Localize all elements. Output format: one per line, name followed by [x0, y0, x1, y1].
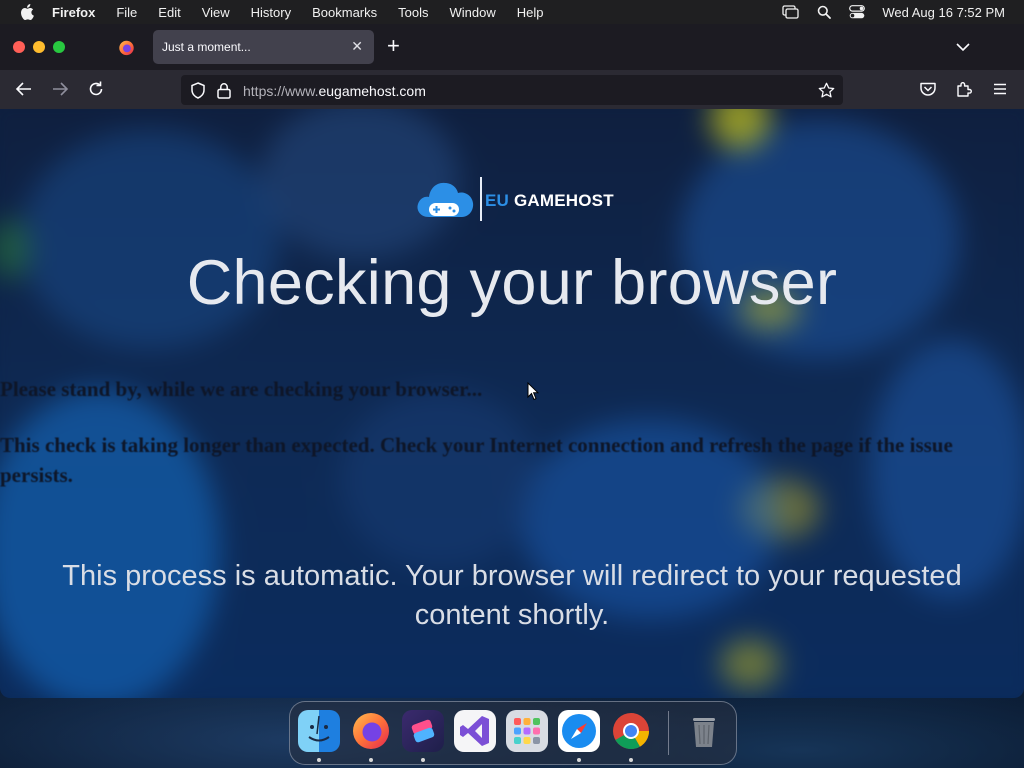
menu-bookmarks[interactable]: Bookmarks — [312, 5, 377, 20]
visual-studio-icon[interactable] — [454, 710, 496, 752]
tab-close-icon[interactable]: ✕ — [351, 39, 363, 53]
redirect-message: This process is automatic. Your browser … — [62, 560, 962, 631]
lock-icon[interactable] — [216, 82, 232, 104]
finder-icon[interactable] — [298, 710, 340, 752]
chrome-icon[interactable] — [610, 710, 652, 752]
control-center-icon[interactable] — [849, 5, 866, 19]
menu-help[interactable]: Help — [517, 5, 544, 20]
menu-app-name[interactable]: Firefox — [52, 5, 95, 20]
dock — [289, 701, 737, 765]
tab-title: Just a moment... — [162, 40, 251, 54]
tracking-protection-shield-icon[interactable] — [190, 82, 206, 104]
extensions-puzzle-icon[interactable] — [955, 80, 973, 103]
zoom-window-button[interactable] — [53, 41, 65, 53]
dock-separator — [668, 711, 669, 755]
tab-active[interactable]: Just a moment... ✕ — [153, 30, 374, 64]
navigation-toolbar: https://www.eugamehost.com — [0, 70, 1024, 109]
launchpad-icon[interactable] — [506, 710, 548, 752]
browser-window: Just a moment... ✕ + https://www.eugameh… — [0, 24, 1024, 698]
url-host: eugamehost.com — [318, 83, 426, 99]
apple-icon[interactable] — [20, 4, 34, 20]
firefox-running-dot — [369, 758, 373, 762]
logo-divider — [480, 177, 482, 221]
firefox-dock-icon[interactable] — [350, 710, 392, 752]
menu-tools[interactable]: Tools — [398, 5, 428, 20]
url-bar[interactable]: https://www.eugamehost.com — [181, 75, 843, 105]
chrome-running-dot — [629, 758, 633, 762]
menubar-clock[interactable]: Wed Aug 16 7:52 PM — [882, 5, 1005, 20]
minimize-window-button[interactable] — [33, 41, 45, 53]
slow-check-notice: This check is taking longer than expecte… — [0, 433, 953, 487]
spotlight-search-icon[interactable] — [817, 5, 832, 19]
shortcuts-icon[interactable] — [402, 710, 444, 752]
menu-bar: Firefox File Edit View History Bookmarks… — [0, 0, 1024, 24]
url-text[interactable]: https://www.eugamehost.com — [243, 83, 426, 99]
screen-mirroring-icon[interactable] — [782, 5, 800, 19]
site-logo[interactable]: EU GAMEHOST — [415, 175, 615, 225]
tab-strip: Just a moment... ✕ + — [0, 24, 1024, 70]
shortcuts-running-dot — [421, 758, 425, 762]
logo-eu: EU — [485, 191, 510, 210]
menu-file[interactable]: File — [116, 5, 137, 20]
application-menu-icon[interactable] — [991, 80, 1009, 103]
finder-running-dot — [317, 758, 321, 762]
url-prefix: https://www. — [243, 83, 319, 99]
pocket-icon[interactable] — [919, 80, 937, 103]
page-title: Checking your browser — [186, 248, 838, 318]
menu-window[interactable]: Window — [450, 5, 496, 20]
pinned-tab-firefox[interactable] — [108, 30, 144, 64]
new-tab-button[interactable]: + — [387, 35, 400, 57]
forward-arrow-icon[interactable] — [51, 80, 69, 103]
safari-icon[interactable] — [558, 710, 600, 752]
standby-message: Please stand by, while we are checking y… — [0, 377, 483, 401]
menu-history[interactable]: History — [251, 5, 291, 20]
mouse-pointer-icon — [527, 382, 539, 401]
reload-icon[interactable] — [87, 80, 105, 103]
firefox-icon — [118, 40, 134, 55]
menu-edit[interactable]: Edit — [158, 5, 180, 20]
logo-gamehost: GAMEHOST — [509, 191, 614, 210]
page-content: EU GAMEHOST Checking your browser Please… — [0, 109, 1024, 698]
trash-icon[interactable] — [683, 710, 725, 752]
cloud-gamepad-icon — [417, 182, 474, 217]
logo-wordmark: EU GAMEHOST — [485, 191, 614, 211]
back-arrow-icon[interactable] — [15, 80, 33, 103]
safari-running-dot — [577, 758, 581, 762]
list-all-tabs-icon[interactable] — [955, 39, 971, 57]
bookmark-star-icon[interactable] — [818, 82, 835, 104]
close-window-button[interactable] — [13, 41, 25, 53]
menu-view[interactable]: View — [202, 5, 230, 20]
